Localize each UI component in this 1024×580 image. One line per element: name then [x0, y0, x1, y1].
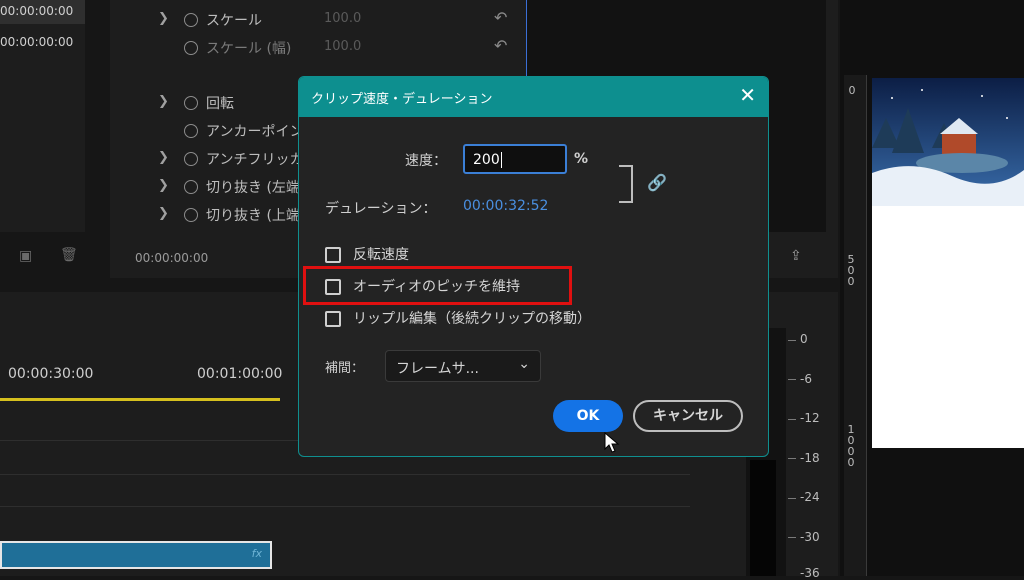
chevron-right-icon[interactable]: ❯ [158, 206, 169, 221]
prop-label: 切り抜き (上端 [206, 208, 300, 224]
select-value: フレームサ... [396, 361, 479, 377]
meter-label-30: -30 [800, 530, 820, 544]
stopwatch-icon[interactable] [184, 208, 198, 222]
video-clip[interactable]: fx [0, 541, 272, 569]
speed-unit: % [574, 151, 589, 167]
prop-value[interactable]: 100.0 [324, 11, 361, 26]
link-bracket [619, 165, 633, 203]
prop-row-scale-width[interactable]: スケール (幅) 100.0 ↶ [150, 36, 820, 62]
ruler-label-0: 0 [848, 84, 856, 97]
meter-tick [788, 458, 796, 459]
cancel-button[interactable]: キャンセル [633, 400, 743, 432]
chevron-down-icon: ⌄ [518, 356, 530, 372]
chevron-right-icon[interactable]: ❯ [158, 178, 169, 193]
prop-label: アンカーポイン [206, 124, 304, 140]
close-icon[interactable]: ✕ [739, 83, 756, 107]
winter-scene-image [872, 78, 1024, 206]
meter-label-12: -12 [800, 411, 820, 425]
timecode-1: 00:00:00:00 [0, 4, 74, 18]
chevron-right-icon[interactable]: ❯ [158, 150, 169, 165]
new-item-icon[interactable]: ▣ [19, 248, 32, 264]
checkbox[interactable] [325, 247, 341, 263]
prop-label: アンチフリッカ [206, 152, 304, 168]
duration-value[interactable]: 00:00:32:52 [463, 198, 548, 214]
dialog-titlebar[interactable]: クリップ速度・デュレーション ✕ [299, 77, 768, 117]
prop-row-scale[interactable]: ❯ スケール 100.0 ↶ [150, 8, 820, 34]
stopwatch-icon[interactable] [184, 124, 198, 138]
stopwatch-icon[interactable] [184, 152, 198, 166]
meter-label-6: -6 [800, 372, 812, 386]
meter-tick [788, 419, 796, 420]
trash-icon[interactable]: 🗑 [60, 247, 78, 263]
link-icon[interactable]: 🔗 [647, 173, 667, 192]
stopwatch-icon[interactable] [184, 13, 198, 27]
stopwatch-icon[interactable] [184, 96, 198, 110]
prop-value[interactable]: 100.0 [324, 39, 361, 54]
timecode-2: 00:00:00:00 [0, 35, 74, 49]
mouse-cursor-icon [604, 432, 620, 453]
meter-tick [788, 379, 796, 380]
stopwatch-icon[interactable] [184, 180, 198, 194]
vertical-ruler [844, 75, 867, 576]
meter-tick [788, 498, 796, 499]
reset-icon[interactable]: ↶ [494, 8, 507, 27]
checkbox[interactable] [325, 311, 341, 327]
chevron-right-icon[interactable]: ❯ [158, 11, 169, 26]
text-caret [500, 152, 502, 168]
ok-button[interactable]: OK [553, 400, 623, 432]
meter-tick [788, 340, 796, 341]
chevron-right-icon[interactable]: ❯ [158, 94, 169, 109]
prop-label: 切り抜き (左端 [206, 180, 300, 196]
audio-meter-channel [750, 460, 776, 576]
export-icon[interactable]: ⇪ [790, 248, 802, 264]
stopwatch-icon[interactable] [184, 41, 198, 55]
reset-icon[interactable]: ↶ [494, 36, 507, 55]
meter-label-18: -18 [800, 451, 820, 465]
clip-speed-dialog: クリップ速度・デュレーション ✕ 速度： 200 % 🔗 デュレーション： 00… [298, 76, 769, 457]
track-divider [0, 474, 690, 475]
duration-label: デュレーション： [325, 201, 437, 217]
effect-timecode: 00:00:00:00 [135, 251, 209, 265]
ruler-label-1m: 00:01:00:00 [197, 366, 283, 382]
checkbox-label: 反転速度 [353, 247, 409, 263]
speed-label: 速度： [405, 153, 447, 169]
meter-tick [788, 537, 796, 538]
ruler-label-30s: 00:00:30:00 [8, 366, 94, 382]
ruler-label-500: 500 [847, 253, 855, 288]
prop-label: スケール [206, 13, 262, 29]
fx-badge: fx [251, 547, 262, 560]
work-area-bar[interactable] [0, 398, 280, 401]
meter-label-0: 0 [800, 332, 808, 346]
interp-label: 補間： [325, 361, 365, 376]
highlight-box [303, 266, 572, 305]
speed-value: 200 [473, 152, 500, 168]
checkbox-label: リップル編集（後続クリップの移動） [353, 311, 591, 327]
interpolation-select[interactable]: フレームサ... ⌄ [385, 350, 541, 382]
meter-label-36: -36 [800, 566, 820, 580]
prop-label: 回転 [206, 96, 234, 112]
dialog-title: クリップ速度・デュレーション [311, 92, 493, 107]
meter-label-24: -24 [800, 490, 820, 504]
speed-input[interactable]: 200 [463, 144, 567, 174]
prop-label: スケール (幅) [206, 41, 292, 57]
ruler-label-1000: 1000 [847, 423, 855, 469]
track-divider [0, 506, 690, 507]
